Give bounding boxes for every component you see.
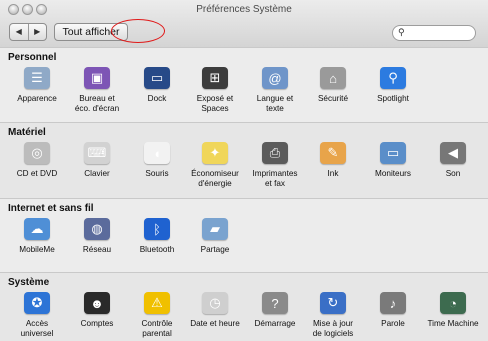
- back-button[interactable]: ◀: [10, 24, 29, 40]
- pref-pane-item[interactable]: @ Langue et texte: [246, 67, 304, 114]
- pref-pane-item[interactable]: ▭ Moniteurs: [364, 142, 422, 179]
- speech-icon: ♪: [380, 292, 406, 314]
- pref-pane-item[interactable]: ☻ Comptes: [68, 292, 126, 329]
- pref-pane-item[interactable]: ✦ Économiseur d'énergie: [186, 142, 244, 189]
- pref-pane-label: Spotlight: [377, 94, 409, 103]
- sharing-folder-icon: ▰: [202, 218, 228, 240]
- parental-controls-icon: ⚠: [144, 292, 170, 314]
- pref-pane-label: Accès universel: [20, 319, 54, 338]
- universal-access-icon: ✪: [24, 292, 50, 314]
- expose-spaces-icon: ⊞: [202, 67, 228, 89]
- pref-pane-label: Sécurité: [317, 94, 349, 103]
- pref-pane-label: Réseau: [82, 245, 112, 254]
- pref-pane-label: Comptes: [80, 319, 114, 328]
- pref-pane-label: Time Machine: [427, 319, 479, 328]
- pref-pane-item[interactable]: ✪ Accès universel: [8, 292, 66, 339]
- software-update-icon: ↻: [320, 292, 346, 314]
- pref-pane-label: Mise à jour de logiciels: [312, 319, 354, 338]
- pref-pane-label: MobileMe: [19, 245, 55, 254]
- pref-pane-item[interactable]: ⌂ Sécurité: [304, 67, 362, 104]
- displays-icon: ▭: [380, 142, 406, 164]
- pref-pane-item[interactable]: ↻ Mise à jour de logiciels: [304, 292, 362, 339]
- keyboard-icon: ⌨: [84, 142, 110, 164]
- pref-pane-item[interactable]: ☰ Apparence: [8, 67, 66, 104]
- pref-pane-label: Apparence: [17, 94, 57, 103]
- window-title: Préférences Système: [196, 4, 292, 15]
- pref-pane-item[interactable]: ◷ Date et heure: [186, 292, 244, 329]
- security-house-icon: ⌂: [320, 67, 346, 89]
- pref-pane-label: Date et heure: [190, 319, 240, 328]
- printer-icon: ⎙: [262, 142, 288, 164]
- ink-icon: ✎: [320, 142, 346, 164]
- startup-disk-icon: ?: [262, 292, 288, 314]
- forward-button[interactable]: ▶: [29, 24, 47, 40]
- pref-pane-item[interactable]: ✎ Ink: [304, 142, 362, 179]
- network-globe-icon: ◍: [84, 218, 110, 240]
- pref-pane-item[interactable]: ▭ Dock: [128, 67, 186, 104]
- pref-pane-label: Démarrage: [254, 319, 296, 328]
- pref-pane-label: Économiseur d'énergie: [191, 169, 239, 188]
- pref-pane-item[interactable]: ? Démarrage: [246, 292, 304, 329]
- pref-pane-label: Ink: [327, 169, 339, 178]
- pref-pane-item[interactable]: ⎙ Imprimantes et fax: [246, 142, 304, 189]
- bluetooth-icon: ᛒ: [144, 218, 170, 240]
- pref-pane-label: Exposé et Spaces: [196, 94, 234, 113]
- pref-pane-label: Bluetooth: [139, 245, 175, 254]
- section-title: Internet et sans fil: [8, 203, 94, 214]
- pref-pane-label: Bureau et éco. d'écran: [74, 94, 120, 113]
- pref-pane-label: Moniteurs: [375, 169, 411, 178]
- section-materiel: Matériel ◎ CD et DVD ⌨ Clavier ◖ Souris ✦ Écono…: [0, 122, 488, 199]
- date-time-icon: ◷: [202, 292, 228, 314]
- pref-pane-label: Imprimantes et fax: [252, 169, 298, 188]
- titlebar: Préférences Système ◀ ▶ Tout afficher ⚲: [0, 0, 488, 48]
- section-internet: Internet et sans fil ☁ MobileMe ◍ Réseau ᛒ Bl…: [0, 198, 488, 273]
- pref-pane-item[interactable]: ♪ Parole: [364, 292, 422, 329]
- sound-icon: ◀: [440, 142, 466, 164]
- pref-pane-item[interactable]: ⚲ Spotlight: [364, 67, 422, 104]
- mobileme-cloud-icon: ☁: [24, 218, 50, 240]
- cd-dvd-icon: ◎: [24, 142, 50, 164]
- back-forward-buttons: ◀ ▶: [9, 23, 47, 41]
- pref-pane-item[interactable]: ☁ MobileMe: [8, 218, 66, 255]
- pref-pane-label: Son: [445, 169, 461, 178]
- system-preferences-window: Préférences Système ◀ ▶ Tout afficher ⚲ …: [0, 0, 488, 341]
- pref-pane-label: Souris: [145, 169, 169, 178]
- search-field[interactable]: ⚲: [392, 25, 476, 41]
- pref-pane-label: Contrôle parental: [141, 319, 173, 338]
- spotlight-icon: ⚲: [380, 67, 406, 89]
- pref-pane-label: CD et DVD: [16, 169, 58, 178]
- pref-pane-label: Parole: [381, 319, 405, 328]
- pref-pane-item[interactable]: ⚠ Contrôle parental: [128, 292, 186, 339]
- pref-pane-item[interactable]: ◔ Time Machine: [424, 292, 482, 329]
- section-title: Matériel: [8, 127, 46, 138]
- dock-icon: ▭: [144, 67, 170, 89]
- section-systeme: Système ✪ Accès universel ☻ Comptes ⚠ Contrôle…: [0, 272, 488, 341]
- pref-pane-label: Clavier: [84, 169, 110, 178]
- language-text-icon: @: [262, 67, 288, 89]
- pref-pane-item[interactable]: ᛒ Bluetooth: [128, 218, 186, 255]
- pref-pane-item[interactable]: ◖ Souris: [128, 142, 186, 179]
- pref-pane-label: Langue et texte: [256, 94, 294, 113]
- pref-pane-item[interactable]: ▰ Partage: [186, 218, 244, 255]
- accounts-icon: ☻: [84, 292, 110, 314]
- pref-pane-label: Dock: [147, 94, 167, 103]
- pref-pane-item[interactable]: ◎ CD et DVD: [8, 142, 66, 179]
- pref-pane-item[interactable]: ⊞ Exposé et Spaces: [186, 67, 244, 114]
- desktop-screensaver-icon: ▣: [84, 67, 110, 89]
- pref-pane-item[interactable]: ◍ Réseau: [68, 218, 126, 255]
- section-title: Personnel: [8, 52, 57, 63]
- apparence-icon: ☰: [24, 67, 50, 89]
- section-personnel: Personnel ☰ Apparence ▣ Bureau et éco. d'écr…: [0, 47, 488, 122]
- pref-pane-item[interactable]: ◀ Son: [424, 142, 482, 179]
- pref-pane-item[interactable]: ⌨ Clavier: [68, 142, 126, 179]
- time-machine-icon: ◔: [440, 292, 466, 314]
- annotation-circle: [111, 19, 165, 43]
- pref-pane-label: Partage: [200, 245, 230, 254]
- pref-pane-item[interactable]: ▣ Bureau et éco. d'écran: [68, 67, 126, 114]
- section-title: Système: [8, 277, 50, 288]
- mouse-icon: ◖: [144, 142, 170, 164]
- energy-saver-icon: ✦: [202, 142, 228, 164]
- search-icon: ⚲: [398, 27, 405, 37]
